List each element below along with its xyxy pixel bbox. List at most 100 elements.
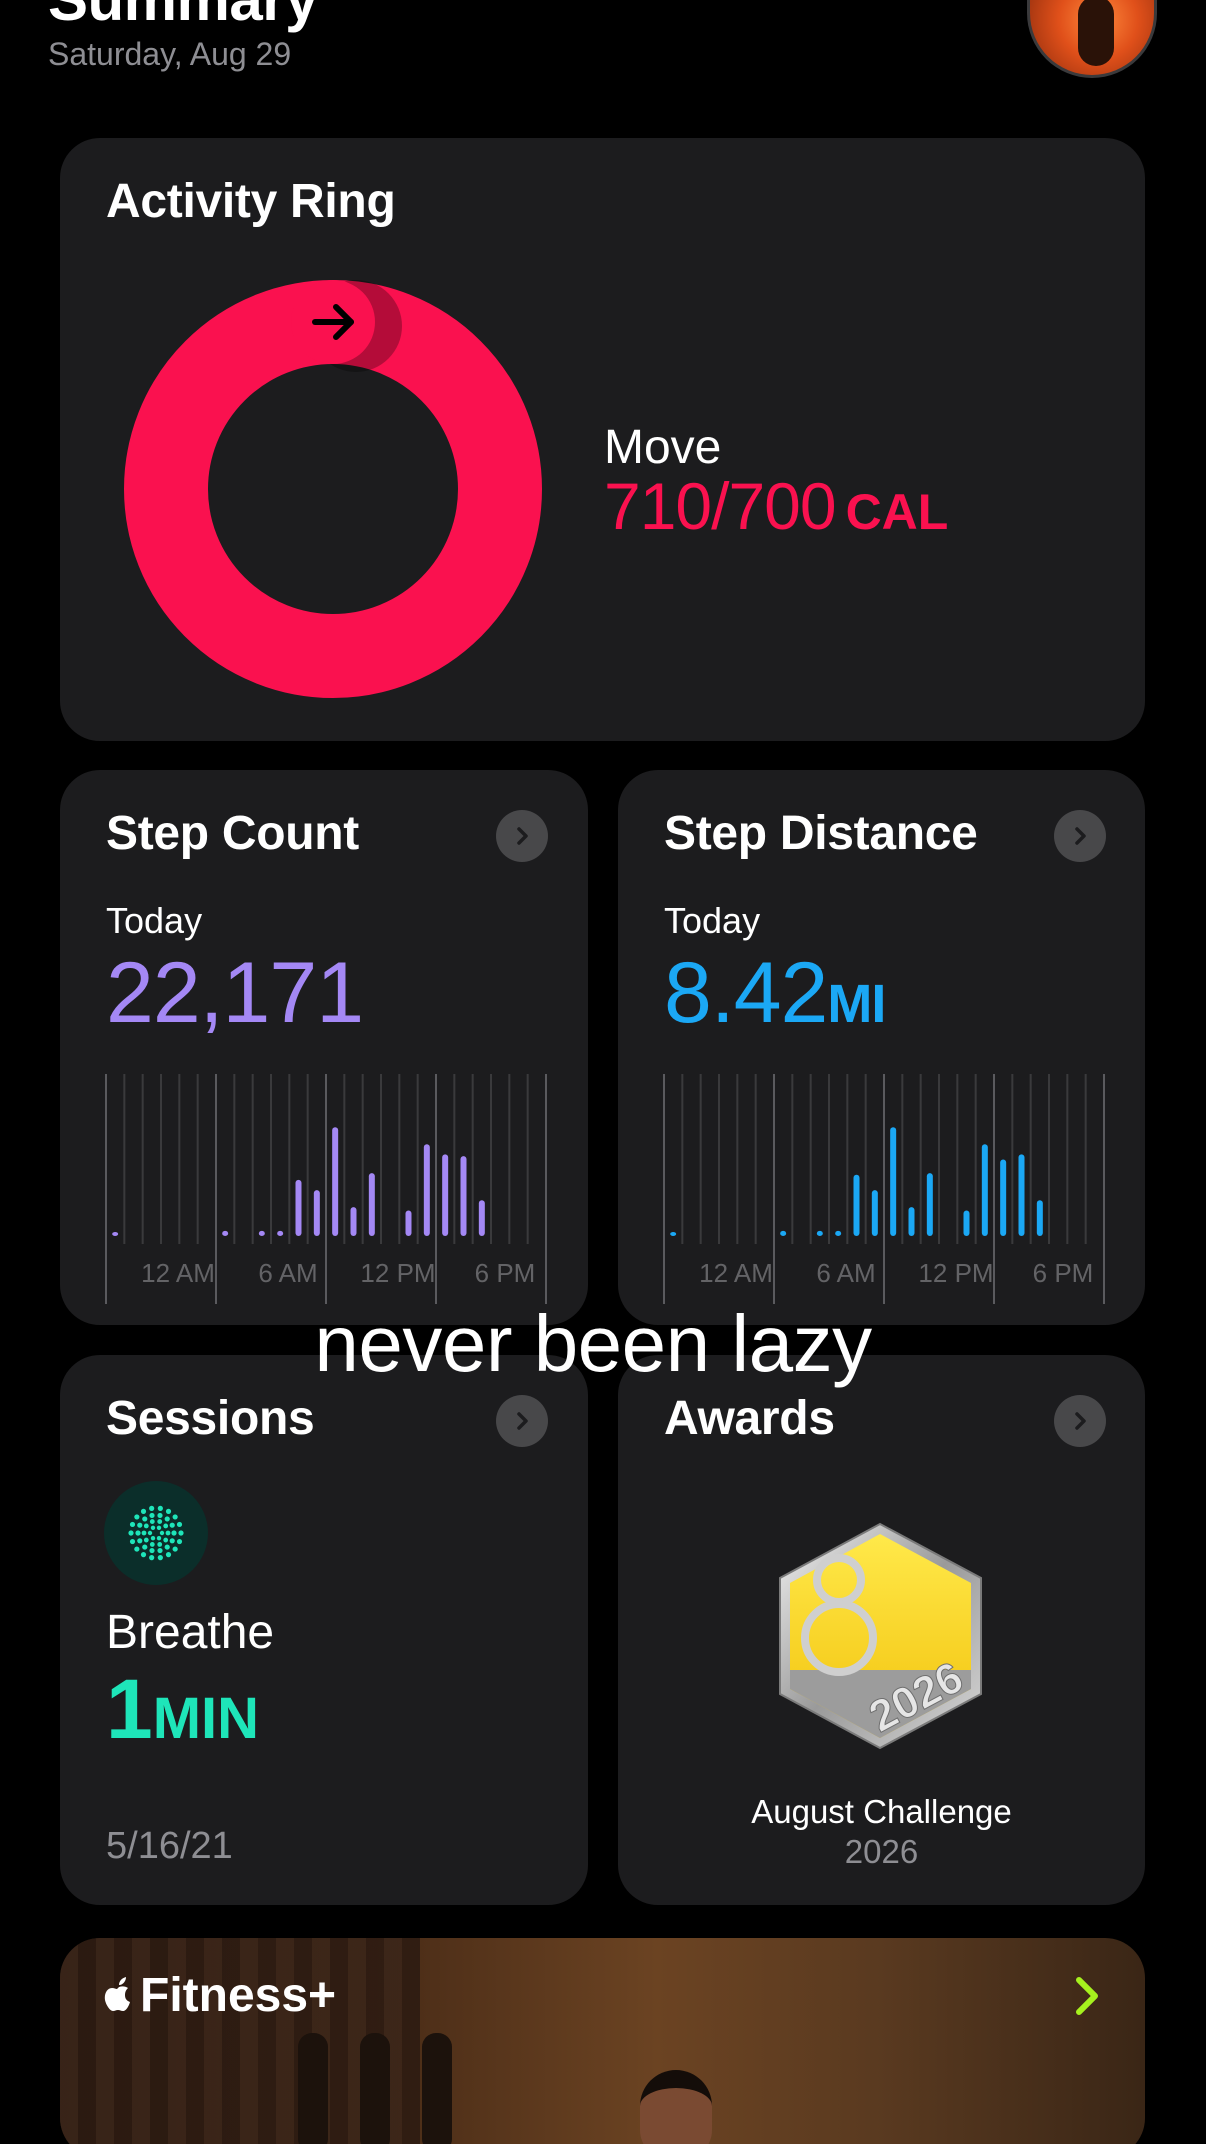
session-value: 1MIN [106, 1661, 259, 1758]
step-count-card[interactable]: Step Count Today 22,171 12 AM 6 AM 12 PM… [60, 770, 588, 1325]
chevron-right-icon [1075, 1412, 1086, 1430]
breathe-icon-dot [140, 1508, 147, 1514]
sessions-title: Sessions [106, 1392, 315, 1445]
punching-bag [360, 2033, 390, 2144]
breathe-icon-dot [178, 1530, 184, 1536]
step-distance-bar [890, 1127, 897, 1236]
step-distance-bar [835, 1230, 842, 1236]
fitness-plus-logo: Fitness+ [102, 1968, 336, 2023]
breathe-icon-dot [134, 1514, 140, 1520]
step-distance-bar [1018, 1154, 1025, 1236]
step-distance-period: Today [664, 900, 761, 941]
punching-bag [298, 2033, 328, 2144]
step-count-bar [112, 1232, 119, 1236]
breathe-icon-dot [172, 1546, 178, 1552]
breathe-icon-dot [141, 1530, 147, 1536]
session-name: Breathe [106, 1606, 275, 1659]
step-distance-bar [926, 1173, 933, 1236]
breathe-icon-dot [176, 1521, 183, 1528]
step-count-bar [258, 1230, 265, 1236]
awards-card[interactable]: Awards 2026 August Challenge 2026 [618, 1355, 1145, 1905]
breathe-icon-dot [134, 1546, 140, 1552]
step-distance-bar [816, 1230, 823, 1236]
step-distance-title: Step Distance [664, 807, 978, 860]
breathe-icon-dot [169, 1538, 175, 1544]
breathe-icon-dot [156, 1535, 162, 1541]
step-distance-bar [908, 1207, 915, 1236]
step-count-axis-label: 12 AM [141, 1258, 215, 1288]
breathe-icon-dot [165, 1530, 171, 1536]
sessions-card[interactable]: Sessions Breathe 1MIN 5/16/21 [60, 1355, 588, 1905]
step-distance-axis-label: 6 PM [1033, 1258, 1094, 1288]
breathe-icon-dot [165, 1552, 172, 1558]
fitness-plus-card[interactable]: Fitness+ [60, 1938, 1145, 2144]
breathe-icon-dot [137, 1538, 143, 1544]
breathe-icon-dot [150, 1535, 156, 1541]
chevron-right-icon [1075, 827, 1086, 845]
step-count-bar [277, 1230, 284, 1236]
session-value-number: 1 [106, 1662, 153, 1756]
step-distance-value: 8.42MI [664, 945, 886, 1041]
breathe-icon-dot [142, 1544, 148, 1550]
breathe-icon-dot [149, 1555, 155, 1561]
avatar[interactable] [1027, 0, 1157, 78]
breathe-icon-dot [128, 1530, 134, 1536]
step-distance-card[interactable]: Step Distance Today 8.42MI 12 AM 6 AM 12… [618, 770, 1145, 1325]
chevron-right-icon [517, 827, 528, 845]
step-distance-bar [1036, 1200, 1043, 1236]
step-distance-number: 8.42 [664, 945, 828, 1041]
activity-ring-card[interactable]: Activity Ring Move 710/700 CAL [60, 138, 1145, 741]
breathe-icon-dot [176, 1538, 183, 1545]
move-ring [124, 280, 542, 698]
step-distance-axis-label: 12 PM [918, 1258, 993, 1288]
breathe-icon-dot [150, 1525, 156, 1531]
sessions-chevron-button[interactable] [496, 1395, 548, 1447]
move-value-unit: CAL [845, 484, 949, 540]
breathe-icon-dot [142, 1516, 148, 1522]
step-count-chart: 12 AM 6 AM 12 PM 6 PM [105, 1074, 547, 1304]
breathe-icon-dot [163, 1537, 169, 1543]
breathe-icon-dot [157, 1512, 163, 1519]
breathe-icon-dot [149, 1519, 155, 1524]
step-distance-chevron-button[interactable] [1054, 810, 1106, 862]
step-count-value: 22,171 [106, 945, 364, 1041]
activity-ring-title: Activity Ring [106, 175, 396, 228]
step-count-bar [405, 1210, 412, 1236]
step-count-bar [222, 1230, 229, 1236]
step-count-bar [313, 1190, 320, 1236]
breathe-icon-dot [164, 1544, 170, 1550]
breathe-icon-dot [159, 1530, 165, 1536]
chevron-right-icon [517, 1412, 528, 1430]
breathe-icon-dot [149, 1505, 155, 1511]
breathe-icon-dot [157, 1505, 163, 1511]
step-count-bar [442, 1154, 449, 1236]
step-distance-bar [670, 1232, 677, 1236]
awards-chevron-button[interactable] [1054, 1395, 1106, 1447]
breathe-icon-dot [140, 1552, 147, 1558]
step-distance-unit: MI [827, 974, 886, 1034]
breathe-icon-dot [147, 1530, 153, 1536]
step-distance-bar [963, 1210, 970, 1236]
breathe-icon [104, 1481, 208, 1585]
step-count-bar [368, 1173, 375, 1236]
step-distance-bar [981, 1144, 988, 1236]
step-count-title: Step Count [106, 807, 359, 860]
breathe-icon-dot [143, 1523, 149, 1529]
breathe-icon-dot [157, 1519, 163, 1524]
breathe-icon-dot [163, 1523, 169, 1529]
breathe-icon-dot [172, 1514, 178, 1520]
step-distance-axis-label: 12 AM [699, 1258, 773, 1288]
step-count-bar [423, 1144, 430, 1236]
punching-bag [422, 2033, 452, 2144]
step-count-bar [350, 1207, 357, 1236]
step-distance-bar [1000, 1159, 1007, 1236]
award-badge-icon[interactable]: 2026 [773, 1520, 988, 1752]
page-date: Saturday, Aug 29 [48, 36, 292, 72]
breathe-icon-dot [169, 1522, 175, 1528]
step-distance-bar [853, 1174, 860, 1236]
step-count-axis-label: 12 PM [360, 1258, 435, 1288]
chevron-right-icon[interactable] [1070, 1974, 1104, 2018]
fitness-plus-title: Fitness+ [140, 1969, 337, 2022]
step-count-chevron-button[interactable] [496, 810, 548, 862]
breathe-icon-dot [165, 1508, 172, 1514]
